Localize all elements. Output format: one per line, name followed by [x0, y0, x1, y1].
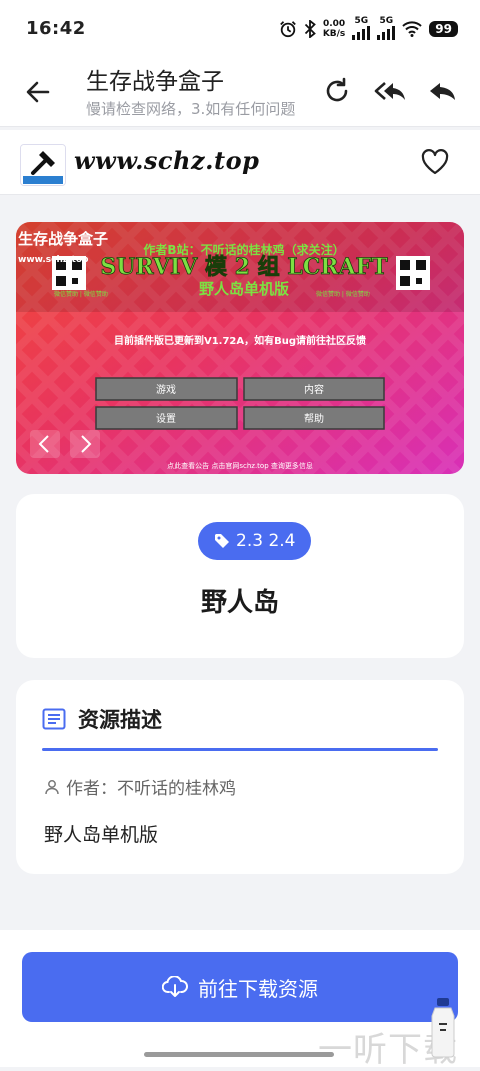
gesture-home-bar[interactable] — [144, 1052, 334, 1057]
game-banner-image[interactable]: 生存战争盒子 www.schz.top 作者B站：不听话的桂林鸡（求关注） SU… — [16, 222, 464, 474]
download-button-label: 前往下载资源 — [198, 976, 318, 1001]
banner-left-tag: 微信赞助 | 微信赞助 — [54, 290, 108, 298]
banner-footer: 点此查看公告 点击官网schz.top 查询更多信息 — [167, 461, 313, 470]
page-title: 生存战争盒子 — [86, 69, 224, 95]
banner-next-arrow[interactable] — [70, 430, 100, 458]
section-heading: 资源描述 — [78, 708, 162, 732]
banner-menu-button-game[interactable]: 游戏 — [95, 377, 238, 401]
svg-text:帮助: 帮助 — [304, 412, 324, 425]
description-card: 资源描述 作者：不听话的桂林鸡 野人岛单机版 — [16, 680, 464, 874]
banner-site: www.schz.top — [18, 255, 89, 265]
banner-qr-right — [396, 256, 430, 290]
banner-title: 生存战争盒子 — [18, 230, 108, 248]
sim1-indicator: 5G — [352, 16, 371, 43]
bottle-mascot-icon — [431, 998, 455, 1058]
banner-prev-arrow[interactable] — [30, 430, 60, 458]
banner-notice: 目前插件版已更新到V1.72A，如有Bug请前往社区反馈 — [114, 334, 366, 347]
version-tag-badge[interactable]: 2.3 2.4 — [198, 522, 312, 560]
svg-text:设置: 设置 — [156, 413, 176, 425]
reply-all-icon[interactable] — [372, 74, 406, 108]
network-speed: 0.00 KB/s — [322, 19, 346, 39]
reply-icon[interactable] — [426, 74, 460, 108]
page-subtitle: 慢请检查网络，3.如有任何问题 — [86, 100, 296, 118]
game-title: 野人岛 — [200, 588, 279, 618]
hammer-logo-icon — [21, 145, 65, 185]
alarm-icon — [279, 21, 296, 38]
user-icon — [45, 779, 59, 794]
back-arrow-icon[interactable] — [22, 76, 54, 108]
svg-text:游戏: 游戏 — [156, 383, 176, 396]
tag-icon — [215, 534, 229, 548]
site-url[interactable]: www.schz.top — [74, 146, 259, 175]
status-bar: 16:42 0.00 KB/s 5G 5G 99 — [0, 0, 480, 56]
section-header: 资源描述 — [42, 704, 162, 734]
status-time: 16:42 — [26, 18, 86, 39]
section-divider — [42, 748, 438, 751]
cloud-download-icon — [162, 976, 188, 997]
wifi-icon — [402, 21, 422, 37]
favorite-heart-icon[interactable] — [420, 148, 450, 176]
refresh-icon[interactable] — [320, 74, 354, 108]
banner-subtitle: 野人岛单机版 — [199, 280, 289, 298]
battery-indicator: 99 — [429, 21, 458, 37]
document-lines-icon — [42, 708, 66, 730]
author-text: 作者：不听话的桂林鸡 — [66, 779, 236, 799]
download-button[interactable]: 前往下载资源 — [22, 952, 458, 1022]
bluetooth-icon — [304, 20, 316, 38]
status-icons: 0.00 KB/s 5G 5G 99 — [279, 16, 458, 42]
info-card: 2.3 2.4 野人岛 — [16, 494, 464, 658]
top-app-bar: 生存战争盒子 慢请检查网络，3.如有任何问题 — [0, 56, 480, 127]
author-line: 作者：不听话的桂林鸡 — [44, 774, 236, 799]
site-logo[interactable] — [20, 144, 66, 186]
banner-right-tag: 微信赞助 | 微信赞助 — [316, 290, 370, 298]
banner-menu-button-settings[interactable]: 设置 — [95, 406, 238, 430]
version-tag-label: 2.3 2.4 — [236, 531, 296, 551]
banner-big-title: SURVIV 模 2 组 LCRAFT — [100, 254, 388, 280]
description-text: 野人岛单机版 — [44, 824, 159, 846]
svg-text:内容: 内容 — [304, 383, 324, 396]
banner-menu-button-content[interactable]: 内容 — [243, 377, 385, 401]
banner-menu-button-help[interactable]: 帮助 — [243, 406, 385, 430]
sim2-indicator: 5G — [377, 16, 396, 43]
